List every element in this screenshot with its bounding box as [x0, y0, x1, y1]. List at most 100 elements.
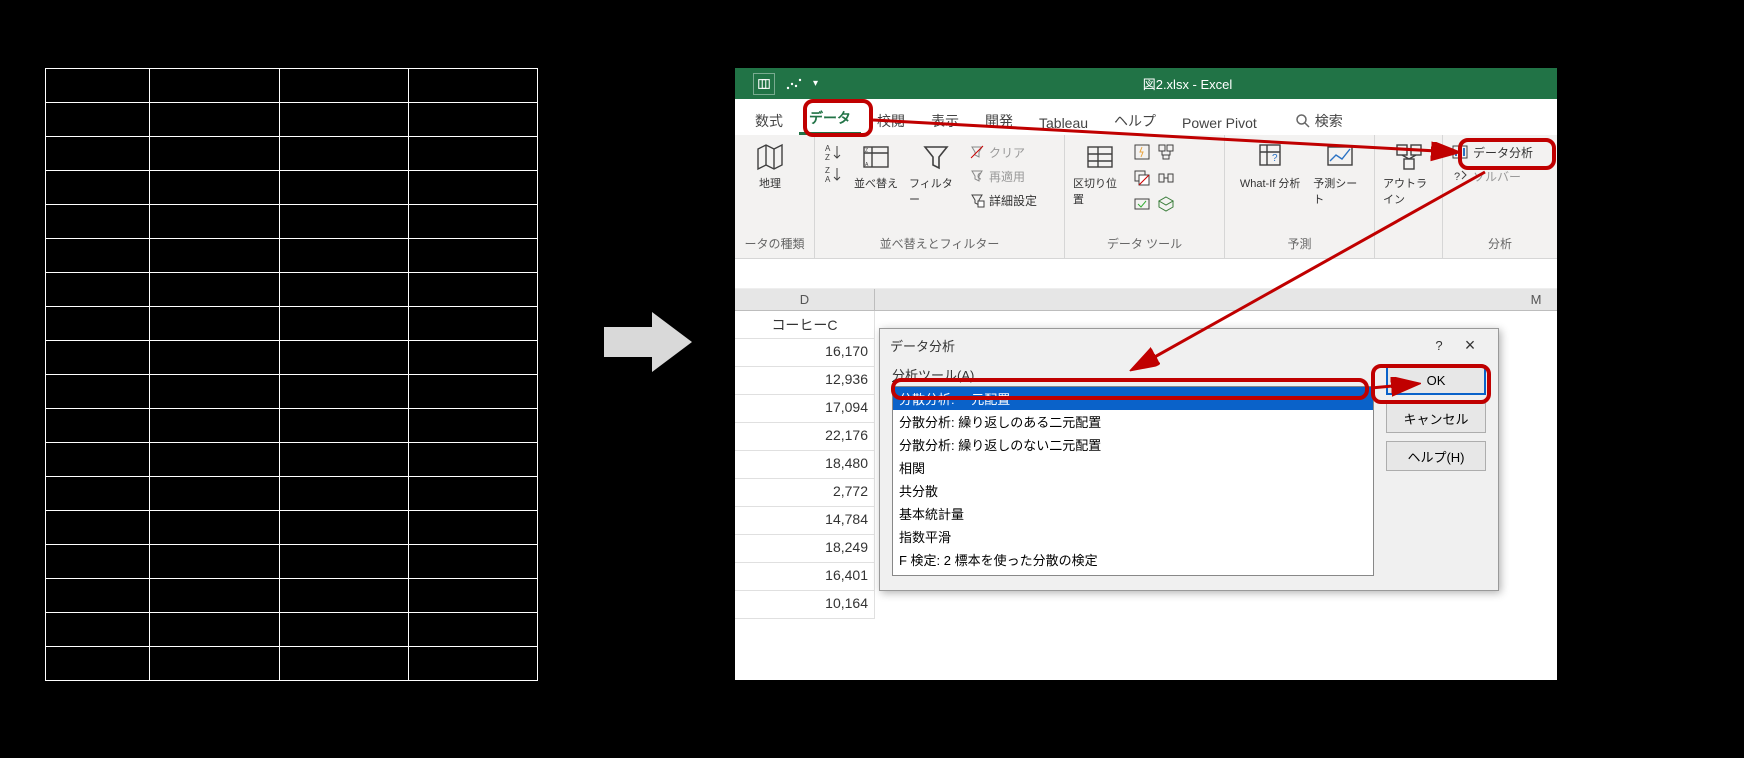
tools-list-label: 分析ツール(A)	[892, 365, 1374, 384]
flash-fill-button[interactable]	[1133, 141, 1151, 163]
consolidate-button[interactable]	[1157, 141, 1175, 163]
tab-開発[interactable]: 開発	[975, 105, 1023, 135]
data-analysis-button[interactable]: データ分析	[1451, 141, 1533, 163]
svg-text:A: A	[825, 144, 831, 153]
svg-text:Z: Z	[825, 166, 830, 175]
tab-Tableau[interactable]: Tableau	[1029, 109, 1098, 135]
window-title: 図2.xlsx - Excel	[818, 74, 1557, 93]
group-label: ータの種類	[743, 233, 806, 256]
data-analysis-dialog: データ分析 ? × 分析ツール(A) 分散分析: 一元配置分散分析: 繰り返しの…	[879, 328, 1499, 591]
formula-bar-area	[735, 259, 1557, 289]
whatif-icon: ?	[1254, 141, 1286, 173]
advanced-filter-button[interactable]: 詳細設定	[969, 189, 1037, 211]
flash-fill-icon	[1133, 143, 1151, 161]
tab-校閲[interactable]: 校閲	[867, 105, 915, 135]
column-header-D[interactable]: D	[735, 289, 875, 311]
validation-icon	[1133, 195, 1151, 213]
data-cell[interactable]: 18,480	[735, 451, 875, 479]
filter-button[interactable]: フィルター	[909, 141, 963, 207]
dialog-help-icon[interactable]: ?	[1426, 338, 1452, 353]
qat-button[interactable]	[783, 73, 805, 95]
forecast-sheet-button[interactable]: 予測シート	[1313, 141, 1366, 207]
tab-表示[interactable]: 表示	[921, 105, 969, 135]
search-label: 検索	[1315, 111, 1343, 131]
data-cell[interactable]: 18,249	[735, 535, 875, 563]
analysis-tool-item[interactable]: フーリエ解析	[893, 571, 1373, 576]
data-cell[interactable]: 14,784	[735, 507, 875, 535]
titlebar: ▾ 図2.xlsx - Excel	[735, 68, 1557, 99]
group-label	[1383, 236, 1434, 256]
data-analysis-icon	[1451, 143, 1469, 161]
data-cell[interactable]: 10,164	[735, 591, 875, 619]
analysis-tool-item[interactable]: 基本統計量	[893, 502, 1373, 525]
group-label: 並べ替えとフィルター	[823, 233, 1056, 256]
outline-icon	[1393, 141, 1425, 173]
sort-button[interactable]: ZA 並べ替え	[849, 141, 903, 191]
dialog-title: データ分析	[890, 336, 955, 355]
search-icon	[1295, 113, 1311, 129]
column-header-M[interactable]: M	[1515, 289, 1557, 311]
outline-button[interactable]: アウトライン	[1383, 141, 1434, 207]
advanced-icon	[969, 192, 985, 208]
sort-icon: ZA	[860, 141, 892, 173]
qat-button[interactable]	[753, 73, 775, 95]
solver-button[interactable]: ? ソルバー	[1451, 165, 1521, 187]
data-model-button[interactable]	[1157, 193, 1175, 215]
data-validation-button[interactable]	[1133, 193, 1151, 215]
solver-icon: ?	[1451, 167, 1469, 185]
group-label: 予測	[1233, 233, 1366, 256]
svg-text:?: ?	[1272, 153, 1278, 164]
analysis-tools-listbox[interactable]: 分散分析: 一元配置分散分析: 繰り返しのある二元配置分散分析: 繰り返しのない…	[892, 386, 1374, 576]
arrow-right-icon	[604, 312, 692, 372]
column-headers: D M	[735, 289, 1557, 311]
clear-filter-button[interactable]: クリア	[969, 141, 1037, 163]
analysis-tool-item[interactable]: 指数平滑	[893, 525, 1373, 548]
text-to-columns-icon	[1084, 141, 1116, 173]
data-cell[interactable]: 22,176	[735, 423, 875, 451]
dialog-close-button[interactable]: ×	[1452, 335, 1488, 356]
left-placeholder-grid	[45, 68, 538, 681]
remove-dup-icon	[1133, 169, 1151, 187]
ribbon: 地理 ータの種類 AZ ZA ZA 並べ替え フィルター	[735, 135, 1557, 259]
tab-データ[interactable]: データ	[799, 102, 861, 135]
data-cell[interactable]: 17,094	[735, 395, 875, 423]
excel-window: ▾ 図2.xlsx - Excel 数式データ校閲表示開発TableauヘルプP…	[735, 68, 1557, 680]
tab-Power Pivot[interactable]: Power Pivot	[1172, 109, 1267, 135]
analysis-tool-item[interactable]: 分散分析: 繰り返しのない二元配置	[893, 433, 1373, 456]
analysis-tool-item[interactable]: F 検定: 2 標本を使った分散の検定	[893, 548, 1373, 571]
analysis-tool-item[interactable]: 分散分析: 一元配置	[893, 387, 1373, 410]
consolidate-icon	[1157, 143, 1175, 161]
data-model-icon	[1157, 195, 1175, 213]
cell-header[interactable]: コーヒーC	[735, 311, 875, 339]
relationships-button[interactable]	[1157, 167, 1175, 189]
tab-数式[interactable]: 数式	[745, 105, 793, 135]
svg-text:?: ?	[1454, 171, 1460, 183]
cancel-button[interactable]: キャンセル	[1386, 403, 1486, 433]
tab-ヘルプ[interactable]: ヘルプ	[1104, 105, 1166, 135]
data-cell[interactable]: 2,772	[735, 479, 875, 507]
relationships-icon	[1157, 169, 1175, 187]
data-cell[interactable]: 16,401	[735, 563, 875, 591]
ok-button[interactable]: OK	[1386, 365, 1486, 395]
help-button[interactable]: ヘルプ(H)	[1386, 441, 1486, 471]
sort-desc-button[interactable]: ZA	[823, 163, 843, 185]
reapply-icon	[969, 168, 985, 184]
whatif-button[interactable]: ? What-If 分析	[1233, 141, 1307, 191]
search-button[interactable]: 検索	[1285, 105, 1353, 135]
remove-duplicates-button[interactable]	[1133, 167, 1151, 189]
data-cell[interactable]: 16,170	[735, 339, 875, 367]
sort-desc-icon: ZA	[823, 164, 843, 184]
text-to-columns-button[interactable]: 区切り位置	[1073, 141, 1127, 207]
forecast-icon	[1324, 141, 1356, 173]
analysis-tool-item[interactable]: 共分散	[893, 479, 1373, 502]
sort-asc-icon: AZ	[823, 142, 843, 162]
sort-asc-button[interactable]: AZ	[823, 141, 843, 163]
group-label: データ ツール	[1073, 233, 1216, 256]
analysis-tool-item[interactable]: 相関	[893, 456, 1373, 479]
analysis-tool-item[interactable]: 分散分析: 繰り返しのある二元配置	[893, 410, 1373, 433]
geography-button[interactable]: 地理	[743, 141, 797, 191]
svg-text:Z: Z	[865, 148, 868, 154]
reapply-button[interactable]: 再適用	[969, 165, 1037, 187]
data-cell[interactable]: 12,936	[735, 367, 875, 395]
group-label: 分析	[1451, 233, 1549, 256]
